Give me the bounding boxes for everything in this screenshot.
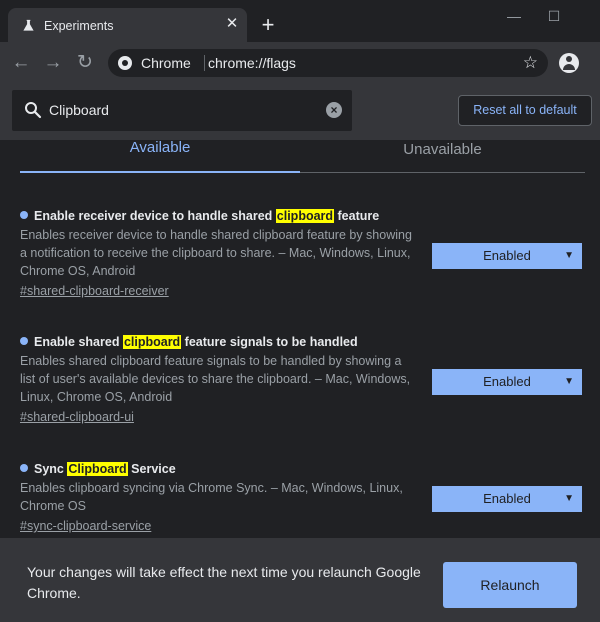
flags-search-box[interactable]: Clipboard × xyxy=(12,90,352,131)
clear-search-icon[interactable]: × xyxy=(326,102,342,118)
dropdown-arrow-icon: ▼ xyxy=(564,376,574,387)
flags-header: Clipboard × Reset all to default xyxy=(0,84,600,140)
site-chip: Chrome xyxy=(141,55,191,71)
bookmark-star-icon[interactable]: ☆ xyxy=(523,53,538,73)
tab-title: Experiments xyxy=(44,19,114,33)
browser-toolbar: ← → ↻ Chrome chrome://flags ☆ xyxy=(0,42,600,84)
reset-all-button[interactable]: Reset all to default xyxy=(458,95,592,126)
experiment-title: Enable receiver device to handle shared … xyxy=(20,207,585,225)
new-tab-button[interactable]: + xyxy=(258,14,278,36)
experiment-status-dot-icon xyxy=(20,337,28,345)
flags-tabs: Available Unavailable xyxy=(20,140,585,173)
maximize-icon[interactable]: ☐ xyxy=(544,6,564,26)
tab-close-icon[interactable]: ✕ xyxy=(224,16,240,32)
experiment-state-select[interactable]: Enabled ▼ xyxy=(432,243,582,269)
relaunch-button[interactable]: Relaunch xyxy=(443,562,577,608)
experiment-permalink[interactable]: #sync-clipboard-service xyxy=(20,517,585,535)
tab-unavailable[interactable]: Unavailable xyxy=(300,140,585,173)
search-input[interactable]: Clipboard xyxy=(49,102,109,118)
tab-experiments[interactable]: Experiments ✕ xyxy=(8,8,247,42)
search-highlight: clipboard xyxy=(275,209,335,223)
experiment-permalink[interactable]: #shared-clipboard-receiver xyxy=(20,282,585,300)
forward-icon[interactable]: → xyxy=(42,52,64,74)
experiment-state-select[interactable]: Enabled ▼ xyxy=(432,369,582,395)
experiment-title: Enable shared clipboard feature signals … xyxy=(20,333,585,351)
search-icon xyxy=(25,102,42,119)
profile-avatar-icon[interactable] xyxy=(559,53,579,73)
flask-icon xyxy=(23,19,34,31)
chrome-icon xyxy=(118,56,132,70)
dropdown-arrow-icon: ▼ xyxy=(564,493,574,504)
address-separator xyxy=(204,55,205,71)
search-highlight: Clipboard xyxy=(67,462,128,476)
relaunch-footer: Your changes will take effect the next t… xyxy=(0,538,600,622)
active-tab-indicator xyxy=(20,171,300,173)
back-icon[interactable]: ← xyxy=(10,52,32,74)
experiment-item: Sync Clipboard Service Enables clipboard… xyxy=(20,460,585,535)
experiment-state-select[interactable]: Enabled ▼ xyxy=(432,486,582,512)
relaunch-message: Your changes will take effect the next t… xyxy=(27,564,421,601)
experiment-title: Sync Clipboard Service xyxy=(20,460,585,478)
url-text[interactable]: chrome://flags xyxy=(208,55,296,71)
experiment-description: Enables shared clipboard feature signals… xyxy=(20,354,411,404)
tab-strip: Experiments ✕ + — ☐ xyxy=(0,0,600,42)
dropdown-arrow-icon: ▼ xyxy=(564,250,574,261)
address-bar[interactable]: Chrome chrome://flags ☆ xyxy=(108,49,548,77)
experiment-status-dot-icon xyxy=(20,211,28,219)
experiment-item: Enable receiver device to handle shared … xyxy=(20,207,585,300)
experiment-permalink[interactable]: #shared-clipboard-ui xyxy=(20,408,585,426)
experiment-description: Enables clipboard syncing via Chrome Syn… xyxy=(20,481,403,513)
experiment-item: Enable shared clipboard feature signals … xyxy=(20,333,585,426)
reload-icon[interactable]: ↻ xyxy=(74,52,96,74)
experiment-description: Enables receiver device to handle shared… xyxy=(20,228,412,278)
minimize-icon[interactable]: — xyxy=(504,6,524,26)
tab-available[interactable]: Available xyxy=(20,140,300,173)
experiment-status-dot-icon xyxy=(20,464,28,472)
search-highlight: clipboard xyxy=(122,335,182,349)
